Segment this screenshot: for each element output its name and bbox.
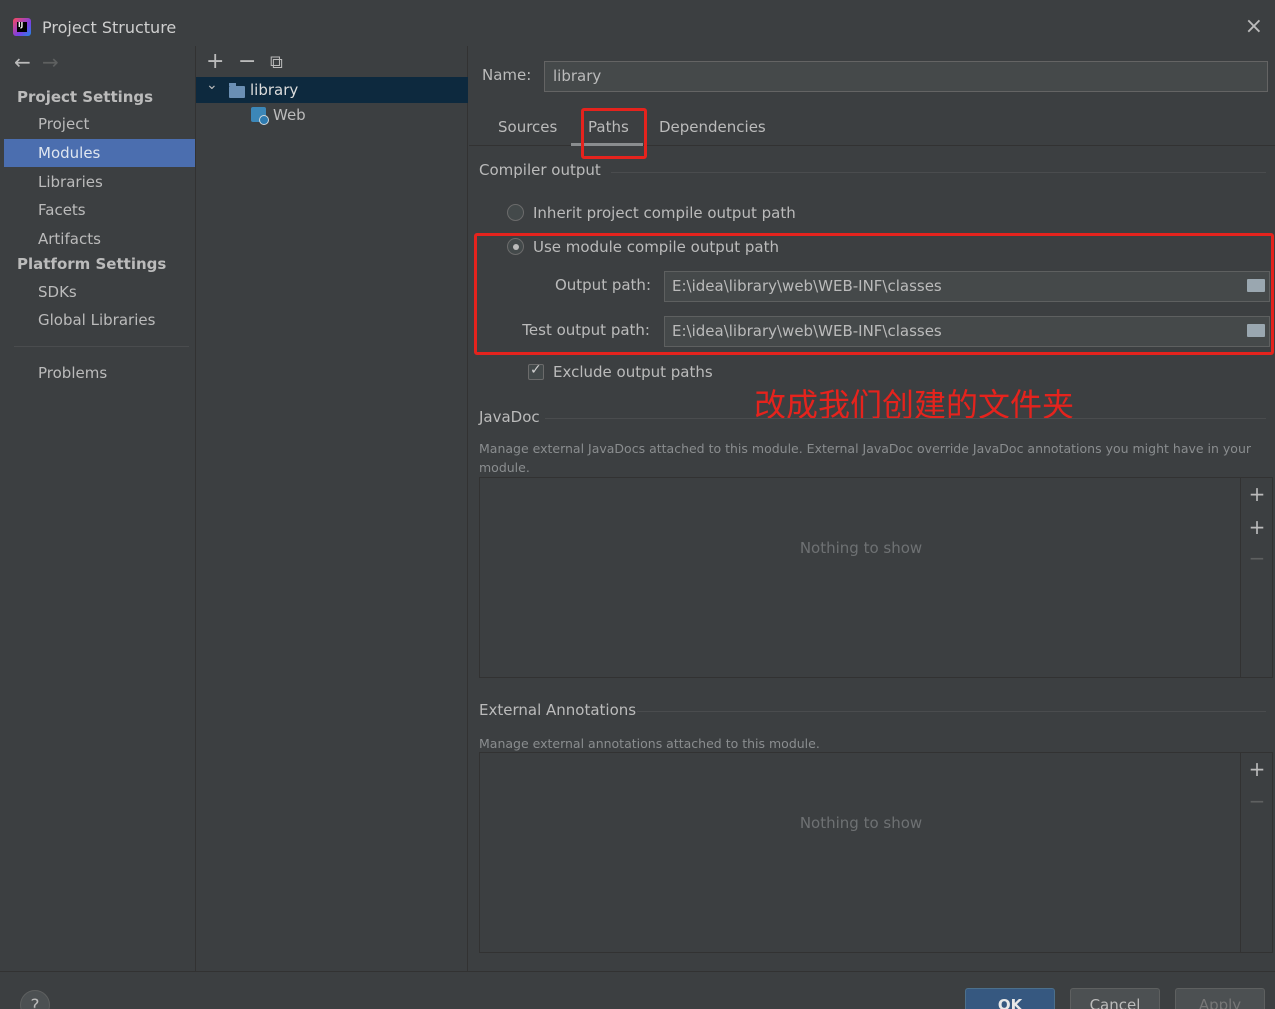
browse-folder-icon[interactable] xyxy=(1247,324,1265,337)
test-output-path-field[interactable]: E:\idea\library\web\WEB-INF\classes xyxy=(664,316,1270,347)
sidebar-item-modules[interactable]: Modules xyxy=(4,139,195,167)
inherit-radio[interactable] xyxy=(507,204,524,221)
module-details-panel: Name: library Sources Paths Dependencies… xyxy=(469,46,1275,971)
web-facet-icon xyxy=(251,107,269,125)
external-annotations-title: External Annotations xyxy=(479,701,637,719)
tree-toolbar: + − ⧉ xyxy=(206,49,302,74)
chevron-down-icon[interactable]: ⌄ xyxy=(206,72,218,98)
sidebar-divider xyxy=(14,346,189,347)
inherit-radio-label: Inherit project compile output path xyxy=(533,204,796,222)
browse-folder-icon[interactable] xyxy=(1247,279,1265,292)
add-icon[interactable]: + xyxy=(1241,757,1273,781)
test-output-path-value: E:\idea\library\web\WEB-INF\classes xyxy=(672,322,942,340)
apply-button[interactable]: Apply xyxy=(1175,988,1265,1009)
cancel-button[interactable]: Cancel xyxy=(1070,988,1160,1009)
javadoc-hint: Manage external JavaDocs attached to thi… xyxy=(479,441,1252,475)
compiler-output-title: Compiler output xyxy=(479,161,601,179)
javadoc-list[interactable]: Nothing to show + + − xyxy=(479,477,1273,678)
external-annotations-hint: Manage external annotations attached to … xyxy=(479,736,820,751)
output-path-field[interactable]: E:\idea\library\web\WEB-INF\classes xyxy=(664,271,1270,302)
sidebar-item-project[interactable]: Project xyxy=(4,110,195,138)
group-divider xyxy=(637,711,1266,712)
sidebar-item-global-libraries[interactable]: Global Libraries xyxy=(4,306,195,334)
tree-node-web[interactable]: Web xyxy=(196,102,468,128)
group-divider xyxy=(545,418,1266,419)
module-tabs: Sources Paths Dependencies xyxy=(469,108,1275,146)
add-url-icon[interactable]: + xyxy=(1241,515,1273,539)
test-output-path-label: Test output path: xyxy=(522,321,650,339)
annotations-list-toolbar: + − xyxy=(1240,753,1272,952)
settings-sidebar: ← → Project Settings Project Modules Libr… xyxy=(4,46,195,971)
empty-list-text: Nothing to show xyxy=(799,814,923,832)
section-platform-settings: Platform Settings xyxy=(17,255,167,273)
remove-icon[interactable]: − xyxy=(1241,546,1273,570)
active-tab-underline xyxy=(571,143,643,146)
intellij-app-icon: IJ xyxy=(13,18,31,36)
remove-icon[interactable]: − xyxy=(1241,789,1273,813)
external-annotations-list[interactable]: Nothing to show + − xyxy=(479,752,1273,953)
group-divider xyxy=(611,172,1266,173)
tree-node-library[interactable]: ⌄ library xyxy=(196,77,468,103)
window-title: Project Structure xyxy=(42,18,177,37)
dialog-footer: ? OK Cancel Apply xyxy=(0,971,1275,1009)
title-bar: IJ Project Structure × xyxy=(0,10,1275,46)
nav-arrows: ← → xyxy=(14,50,70,74)
use-module-radio-label: Use module compile output path xyxy=(533,238,780,256)
sidebar-item-facets[interactable]: Facets xyxy=(4,196,195,224)
name-label: Name: xyxy=(482,66,532,84)
tab-dependencies[interactable]: Dependencies xyxy=(659,118,766,136)
tree-node-label: library xyxy=(250,81,299,99)
close-icon[interactable]: × xyxy=(1245,14,1263,39)
section-project-settings: Project Settings xyxy=(17,88,154,106)
sidebar-item-problems[interactable]: Problems xyxy=(4,359,195,387)
tab-sources[interactable]: Sources xyxy=(498,118,557,136)
tab-paths[interactable]: Paths xyxy=(588,118,629,136)
tree-node-label: Web xyxy=(273,106,306,124)
menu-bar-remnant xyxy=(0,0,1275,10)
sidebar-item-artifacts[interactable]: Artifacts xyxy=(4,225,195,253)
red-annotation-text: 改成我们创建的文件夹 xyxy=(754,386,1075,424)
remove-icon[interactable]: − xyxy=(238,49,270,74)
javadoc-title: JavaDoc xyxy=(479,408,540,426)
exclude-output-label: Exclude output paths xyxy=(553,363,713,381)
add-icon[interactable]: + xyxy=(206,49,238,74)
module-tree-panel: + − ⧉ ⌄ library Web xyxy=(195,46,468,971)
javadoc-list-toolbar: + + − xyxy=(1240,478,1272,677)
sidebar-item-sdks[interactable]: SDKs xyxy=(4,278,195,306)
module-name-field[interactable]: library xyxy=(544,61,1268,92)
back-arrow-icon[interactable]: ← xyxy=(14,50,42,74)
help-button[interactable]: ? xyxy=(20,990,50,1009)
empty-list-text: Nothing to show xyxy=(799,539,923,557)
exclude-output-checkbox[interactable] xyxy=(528,362,544,380)
sidebar-item-libraries[interactable]: Libraries xyxy=(4,168,195,196)
output-path-label: Output path: xyxy=(554,276,651,294)
copy-icon[interactable]: ⧉ xyxy=(270,52,302,73)
use-module-radio[interactable] xyxy=(507,238,524,255)
forward-arrow-icon[interactable]: → xyxy=(42,50,70,74)
module-folder-icon xyxy=(229,83,245,98)
add-icon[interactable]: + xyxy=(1241,482,1273,506)
output-path-value: E:\idea\library\web\WEB-INF\classes xyxy=(672,277,942,295)
ok-button[interactable]: OK xyxy=(965,988,1055,1009)
